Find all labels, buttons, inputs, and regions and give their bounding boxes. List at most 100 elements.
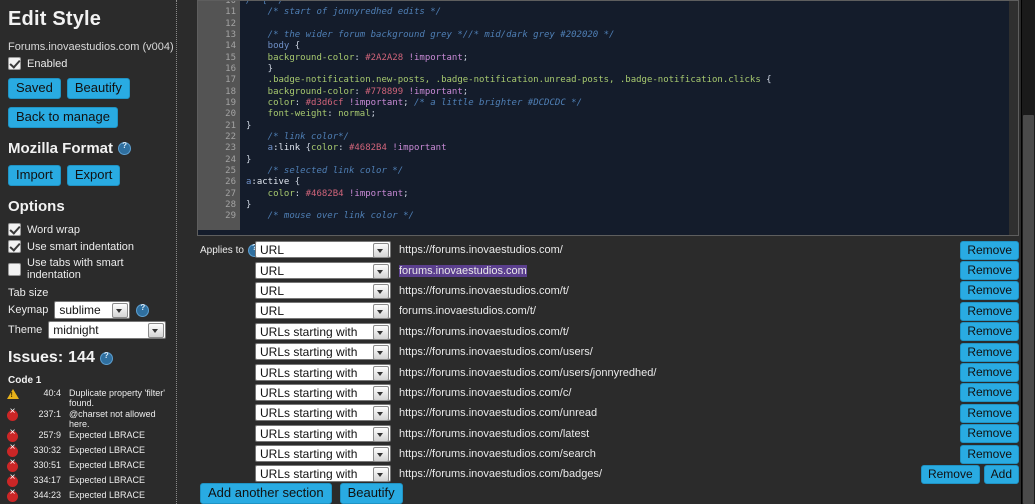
theme-row: Theme midnight [8, 321, 177, 339]
code-token: } [246, 199, 252, 210]
applies-type-select[interactable]: URLURLs starting withURLs matching the r… [255, 465, 391, 483]
smart-indent-checkbox[interactable] [8, 240, 21, 253]
editor-vertical-scrollbar[interactable] [1009, 1, 1018, 235]
issue-row[interactable]: 344:23 Expected LBRACE [6, 488, 177, 504]
issue-row[interactable]: 237:1 @charset not allowed here. [6, 407, 177, 429]
code-line[interactable] [240, 19, 1018, 30]
issues-help-icon[interactable] [99, 351, 113, 365]
applies-type-select-wrap[interactable]: URLURLs starting withURLs matching the r… [255, 343, 391, 361]
remove-button[interactable]: Remove [960, 403, 1019, 423]
code-token: body [246, 41, 295, 52]
code-token: #2A2A28 [365, 52, 409, 63]
remove-button[interactable]: Remove [960, 444, 1019, 464]
enabled-checkbox-row[interactable]: Enabled [8, 57, 177, 70]
remove-button[interactable]: Remove [960, 301, 1019, 321]
issue-row[interactable]: 257:9 Expected LBRACE [6, 428, 177, 444]
enabled-checkbox[interactable] [8, 57, 21, 70]
issue-location: 330:32 [33, 445, 61, 455]
applies-type-select-wrap[interactable]: URLURLs starting withURLs matching the r… [255, 261, 391, 280]
keymap-select-wrap[interactable]: sublime [54, 301, 131, 319]
applies-to-label: Applies to [200, 245, 244, 256]
applies-type-select[interactable]: URLURLs starting withURLs matching the r… [255, 261, 391, 279]
page-scrollbar[interactable] [1022, 0, 1035, 504]
add-another-section-button[interactable]: Add another section [200, 483, 332, 504]
tabs-smart-indent-checkbox[interactable] [8, 262, 21, 276]
code-line[interactable]: } [240, 200, 1018, 211]
applies-type-select-wrap[interactable]: URLURLs starting withURLs matching the r… [255, 281, 391, 300]
code-line[interactable]: /* the wider forum background grey *//* … [240, 30, 1018, 41]
beautify-bottom-button[interactable]: Beautify [339, 483, 403, 504]
applies-type-select[interactable]: URLURLs starting withURLs matching the r… [255, 404, 391, 422]
code-line[interactable]: /* selected link color */ [240, 166, 1018, 177]
code-line[interactable]: } [240, 64, 1018, 75]
word-wrap-row[interactable]: Word wrap [8, 223, 177, 236]
help-icon[interactable] [118, 141, 132, 155]
remove-button[interactable]: Remove [960, 342, 1019, 362]
back-to-manage-button[interactable]: Back to manage [8, 107, 118, 128]
keymap-help-icon[interactable] [136, 303, 150, 317]
applies-type-select-wrap[interactable]: URLURLs starting withURLs matching the r… [255, 363, 391, 382]
remove-button[interactable]: Remove [960, 424, 1019, 444]
applies-type-select-wrap[interactable]: URLURLs starting withURLs matching the r… [255, 404, 391, 422]
code-line[interactable]: font-weight: normal; [240, 109, 1018, 120]
editor-code-area[interactable]: /* { */ /* start of jonnyredhed edits */… [240, 1, 1018, 230]
applies-type-select[interactable]: URLURLs starting withURLs matching the r… [255, 383, 391, 401]
issue-row[interactable]: 40:4 Duplicate property 'filter' found. [6, 388, 177, 408]
code-line[interactable]: .badge-notification.new-posts, .badge-no… [240, 75, 1018, 86]
page-scrollbar-thumb[interactable] [1023, 115, 1034, 504]
applies-type-select[interactable]: URLURLs starting withURLs matching the r… [255, 363, 391, 381]
remove-button[interactable]: Remove [960, 322, 1019, 342]
code-line[interactable]: /* link color*/ [240, 132, 1018, 143]
applies-type-select-wrap[interactable]: URLURLs starting withURLs matching the r… [255, 445, 391, 463]
applies-type-select-wrap[interactable]: URLURLs starting withURLs matching the r… [255, 465, 391, 483]
code-line[interactable]: color: #4682B4 !important; [240, 189, 1018, 200]
code-line[interactable]: /* mouse over link color */ [240, 211, 1018, 222]
remove-button[interactable]: Remove [960, 240, 1019, 260]
code-token: !important [348, 97, 404, 108]
remove-button[interactable]: Remove [960, 281, 1019, 301]
code-line[interactable]: body { [240, 41, 1018, 52]
applies-type-select[interactable]: URLURLs starting withURLs matching the r… [255, 445, 391, 463]
code-line[interactable]: } [240, 121, 1018, 132]
remove-button[interactable]: Remove [960, 261, 1019, 281]
word-wrap-checkbox[interactable] [8, 223, 21, 236]
code-line[interactable]: a:link {color: #4682B4 !important [240, 143, 1018, 154]
applies-type-select[interactable]: URLURLs starting withURLs matching the r… [255, 322, 391, 340]
code-line[interactable]: background-color: #2A2A28 !important; [240, 53, 1018, 64]
saved-button[interactable]: Saved [8, 78, 61, 99]
beautify-button[interactable]: Beautify [66, 78, 130, 99]
issue-row[interactable]: 334:17 Expected LBRACE [6, 473, 177, 489]
code-line[interactable]: /* start of jonnyredhed edits */ [240, 7, 1018, 18]
remove-button[interactable]: Remove [920, 464, 980, 484]
export-button[interactable]: Export [66, 165, 121, 186]
keymap-select[interactable]: sublime [54, 301, 131, 319]
applies-type-select[interactable]: URLURLs starting withURLs matching the r… [255, 424, 391, 442]
applies-type-select-wrap[interactable]: URLURLs starting withURLs matching the r… [255, 241, 391, 259]
css-code-editor[interactable]: 10·11·1213·14·151617·1819·202122·23·2425… [197, 0, 1019, 236]
applies-type-select-wrap[interactable]: URLURLs starting withURLs matching the r… [255, 302, 391, 320]
theme-select-wrap[interactable]: midnight [48, 321, 167, 339]
applies-type-select[interactable]: URLURLs starting withURLs matching the r… [255, 302, 391, 320]
tabs-smart-indent-row[interactable]: Use tabs with smart indentation [8, 257, 177, 281]
applies-to-row: URLURLs starting withURLs matching the r… [255, 322, 1035, 342]
applies-type-select-wrap[interactable]: URLURLs starting withURLs matching the r… [255, 424, 391, 443]
smart-indent-row[interactable]: Use smart indentation [8, 240, 177, 253]
remove-button[interactable]: Remove [960, 363, 1019, 383]
import-button[interactable]: Import [8, 165, 61, 186]
code-line[interactable]: background-color: #778899 !important; [240, 87, 1018, 98]
code-line[interactable]: } [240, 155, 1018, 166]
applies-type-select-wrap[interactable]: URLURLs starting withURLs matching the r… [255, 383, 391, 402]
issue-row[interactable]: 330:51 Expected LBRACE [6, 458, 177, 474]
add-button[interactable]: Add [983, 464, 1019, 484]
theme-select[interactable]: midnight [48, 321, 167, 339]
issue-row[interactable]: 330:32 Expected LBRACE [6, 443, 177, 459]
applies-type-select-wrap[interactable]: URLURLs starting withURLs matching the r… [255, 322, 391, 341]
code-line[interactable]: color: #d3d6cf !important; /* a little b… [240, 98, 1018, 109]
applies-type-select[interactable]: URLURLs starting withURLs matching the r… [255, 281, 391, 299]
code-line[interactable]: /* { */ [240, 1, 1018, 7]
applies-type-select[interactable]: URLURLs starting withURLs matching the r… [255, 343, 391, 361]
applies-row-buttons: Remove [919, 424, 1019, 444]
applies-type-select[interactable]: URLURLs starting withURLs matching the r… [255, 241, 391, 259]
code-line[interactable]: a:active { [240, 177, 1018, 188]
remove-button[interactable]: Remove [960, 383, 1019, 403]
